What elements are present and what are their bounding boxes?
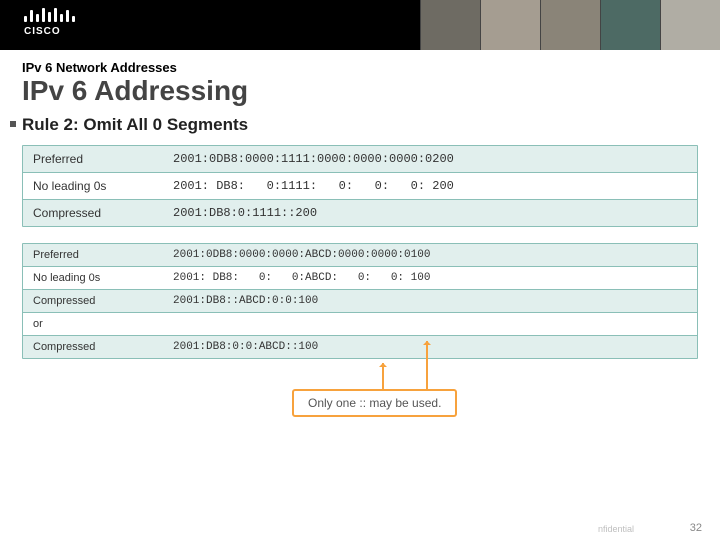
callout-box: Only one :: may be used.: [292, 389, 457, 417]
example-2-table: Preferred 2001:0DB8:0000:0000:ABCD:0000:…: [22, 243, 698, 359]
callout-area: Only one :: may be used.: [22, 375, 698, 417]
arrow-icon: [426, 341, 428, 389]
row-label: or: [23, 313, 163, 335]
row-value: 2001:0DB8:0000:0000:ABCD:0000:0000:0100: [163, 244, 697, 266]
row-label: Preferred: [23, 146, 163, 172]
cisco-logo-text: CISCO: [24, 26, 110, 37]
page-title: IPv 6 Addressing: [22, 75, 720, 107]
row-label: Compressed: [23, 336, 163, 358]
row-label: Compressed: [23, 200, 163, 226]
footer-confidential: nfidential: [598, 524, 634, 534]
row-value: 2001: DB8: 0:1111: 0: 0: 0: 200: [163, 173, 697, 199]
row-value: 2001:DB8::ABCD:0:0:100: [163, 290, 697, 312]
table-row: No leading 0s 2001: DB8: 0: 0:ABCD: 0: 0…: [23, 266, 697, 289]
table-row: Compressed 2001:DB8::ABCD:0:0:100: [23, 289, 697, 312]
cisco-logo: CISCO: [0, 0, 110, 50]
table-row: No leading 0s 2001: DB8: 0:1111: 0: 0: 0…: [23, 172, 697, 199]
table-row: Compressed 2001:DB8:0:1111::200: [23, 199, 697, 226]
table-row: or: [23, 312, 697, 335]
row-label: No leading 0s: [23, 173, 163, 199]
example-1-table: Preferred 2001:0DB8:0000:1111:0000:0000:…: [22, 145, 698, 227]
row-value: [163, 313, 697, 335]
row-label: Compressed: [23, 290, 163, 312]
row-value: 2001:DB8:0:1111::200: [163, 200, 697, 226]
arrow-icon: [382, 363, 384, 389]
banner-photo: [600, 0, 660, 50]
table-row: Compressed 2001:DB8:0:0:ABCD::100: [23, 335, 697, 358]
banner-photo: [420, 0, 480, 50]
banner-photo: [480, 0, 540, 50]
table-row: Preferred 2001:0DB8:0000:1111:0000:0000:…: [23, 146, 697, 172]
breadcrumb: IPv 6 Network Addresses: [22, 60, 720, 75]
row-label: No leading 0s: [23, 267, 163, 289]
examples-area: Preferred 2001:0DB8:0000:1111:0000:0000:…: [22, 145, 698, 417]
row-value: 2001: DB8: 0: 0:ABCD: 0: 0: 100: [163, 267, 697, 289]
table-row: Preferred 2001:0DB8:0000:0000:ABCD:0000:…: [23, 244, 697, 266]
row-label: Preferred: [23, 244, 163, 266]
rule-heading: Rule 2: Omit All 0 Segments: [22, 115, 720, 135]
banner-photo: [540, 0, 600, 50]
banner-photo: [660, 0, 720, 50]
row-value: 2001:0DB8:0000:1111:0000:0000:0000:0200: [163, 146, 697, 172]
top-banner: CISCO: [0, 0, 720, 50]
banner-photo-strip: [420, 0, 720, 50]
page-number: 32: [690, 522, 702, 534]
cisco-logo-bars-icon: [24, 6, 110, 22]
